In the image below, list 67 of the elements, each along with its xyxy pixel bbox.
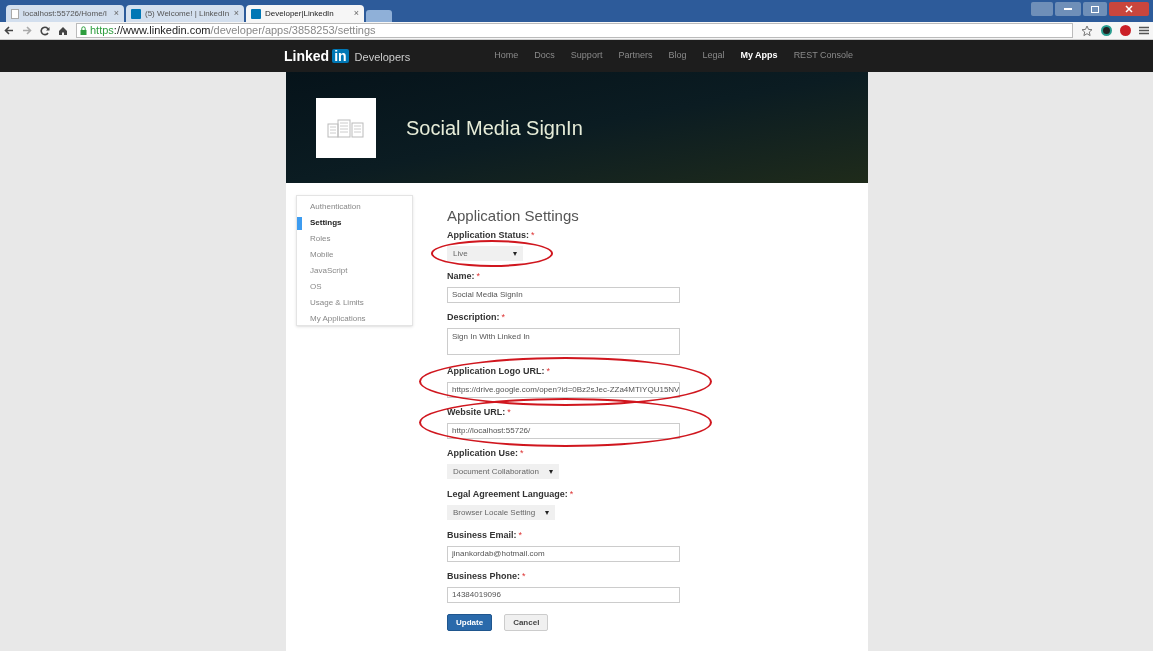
logo-text: Linked	[284, 49, 330, 63]
caret-icon	[548, 469, 553, 474]
field-label: Legal Agreement Language: *	[447, 490, 575, 499]
url-text: https://www.linkedin.com/developer/apps/3858253/settings	[90, 25, 376, 36]
browser-tab[interactable]: Developer|LinkedIn ×	[246, 5, 364, 22]
dropdown[interactable]: Browser Locale Setting	[447, 505, 556, 520]
input-field[interactable]: jinankordab@hotmail.com	[447, 546, 680, 562]
nav-link[interactable]: My Apps	[740, 49, 778, 63]
nav-link[interactable]: REST Console	[793, 49, 853, 63]
input-field[interactable]: Social Media SignIn	[447, 287, 680, 303]
sidebar-item[interactable]: OS	[310, 283, 322, 291]
page-icon	[11, 8, 19, 19]
field-label: Application Use: *	[447, 449, 525, 458]
logo-badge: in	[332, 49, 349, 63]
browser-tab[interactable]: (5) Welcome! | LinkedIn ×	[126, 5, 244, 22]
tab-close-button[interactable]: ×	[113, 9, 119, 18]
input-field[interactable]: http://localhost:55726/	[447, 423, 680, 439]
field-label: Business Phone: *	[447, 572, 527, 581]
field-label: Application Logo URL: *	[447, 367, 551, 376]
extension-icon[interactable]	[1101, 25, 1112, 36]
star-icon[interactable]	[1081, 24, 1093, 37]
tab-close-button[interactable]: ×	[233, 9, 239, 18]
linkedin-icon	[251, 8, 261, 19]
browser-tab[interactable]: localhost:55726/Home/I ×	[6, 5, 124, 22]
maximize-button[interactable]	[1083, 2, 1107, 16]
caret-icon	[513, 251, 517, 256]
field-label: Website URL: *	[447, 408, 512, 417]
back-icon[interactable]	[4, 26, 14, 35]
caret-icon	[545, 510, 550, 515]
field-label: Name: *	[447, 272, 482, 281]
nav-link[interactable]: Partners	[618, 49, 653, 63]
sidebar-item[interactable]: JavaScript	[310, 267, 348, 275]
sidebar-item[interactable]: Roles	[310, 235, 331, 243]
sidebar-item[interactable]: My Applications	[310, 315, 366, 323]
sidebar-item[interactable]: Authentication	[310, 203, 361, 211]
tab-close-button[interactable]: ×	[353, 9, 359, 18]
nav-link[interactable]: Support	[570, 49, 603, 63]
sidebar-item[interactable]: Mobile	[310, 251, 334, 259]
logo-subtitle: Developers	[354, 52, 411, 63]
cancel-button[interactable]: Cancel	[504, 614, 549, 631]
field-label: Description: *	[447, 313, 507, 322]
sidebar-item[interactable]: Usage & Limits	[310, 299, 364, 307]
lock-icon	[80, 26, 87, 35]
input-field[interactable]: 14384019096	[447, 587, 680, 603]
close-icon	[1125, 5, 1133, 13]
dropdown[interactable]: Document Collaboration	[447, 464, 559, 479]
nav-link[interactable]: Home	[494, 49, 519, 63]
reload-icon[interactable]	[40, 25, 50, 36]
home-icon[interactable]	[58, 25, 68, 36]
nav-link[interactable]: Docs	[534, 49, 555, 63]
address-bar[interactable]: https://www.linkedin.com/developer/apps/3858253/settings	[76, 23, 1073, 38]
nav-link[interactable]: Legal	[702, 49, 725, 63]
close-button[interactable]	[1109, 2, 1149, 16]
sidebar-item[interactable]: Settings	[310, 219, 342, 227]
buildings-icon	[326, 117, 366, 138]
field-label: Application Status: *	[447, 231, 536, 240]
section-title: Application Settings	[447, 208, 580, 223]
update-button[interactable]: Update	[447, 614, 493, 631]
minimize-button[interactable]	[1055, 2, 1081, 16]
field-label: Business Email: *	[447, 531, 524, 540]
menu-icon[interactable]	[1139, 26, 1149, 35]
linkedin-icon	[131, 8, 141, 19]
dropdown[interactable]: Live	[447, 246, 523, 261]
nav-link[interactable]: Blog	[668, 49, 687, 63]
app-title: Social Media SignIn	[406, 115, 583, 141]
textarea-field[interactable]: Sign In With Linked In	[447, 328, 680, 355]
input-field[interactable]: https://drive.google.com/open?id=0Bz2sJec-ZZa4MTIYQU15NV	[447, 382, 680, 398]
